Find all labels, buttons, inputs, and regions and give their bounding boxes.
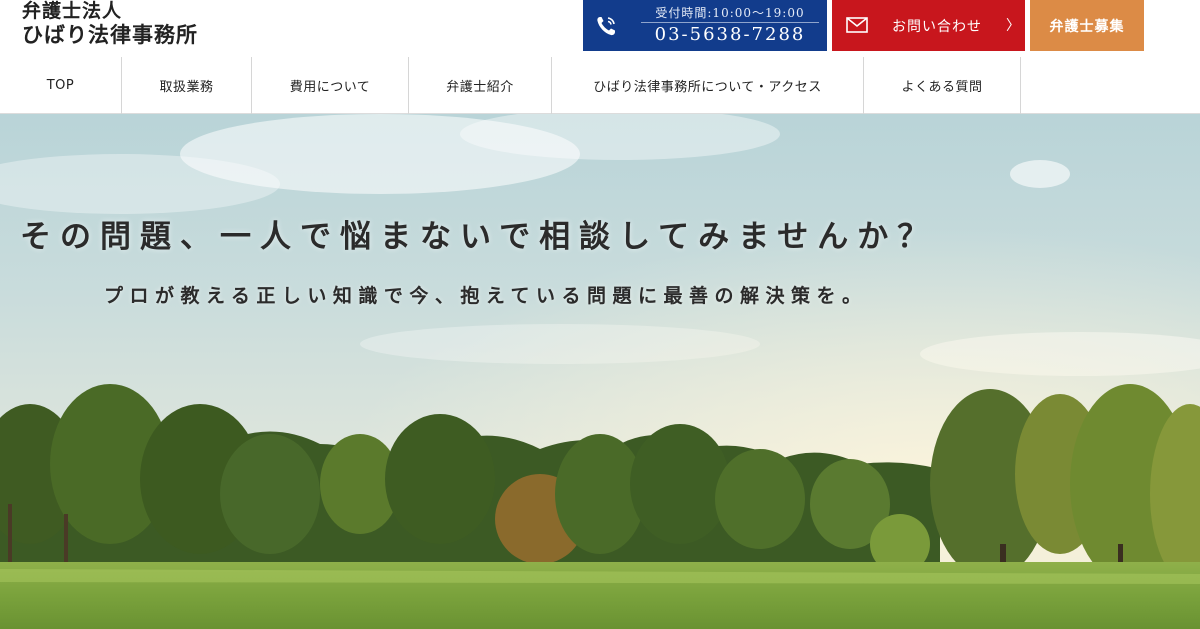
- tel-hours: 受付時間:10:00〜19:00: [655, 6, 805, 20]
- nav-item-lawyers[interactable]: 弁護士紹介: [409, 57, 552, 114]
- tel-number: 03-5638-7288: [654, 24, 806, 45]
- nav-item-services[interactable]: 取扱業務: [122, 57, 252, 114]
- nav-item-label: 取扱業務: [159, 80, 214, 95]
- contact-button[interactable]: お問い合わせ 〉: [832, 0, 1025, 51]
- global-nav: TOP 取扱業務 費用について 弁護士紹介 ひばり法律事務所について・アクセス …: [0, 57, 1200, 114]
- nav-item-label: 弁護士紹介: [446, 80, 514, 95]
- nav-item-about-access[interactable]: ひばり法律事務所について・アクセス: [552, 57, 864, 114]
- nav-item-top[interactable]: TOP: [0, 57, 122, 114]
- logo-line-2: ひばり法律事務所: [22, 23, 198, 47]
- contact-label: お問い合わせ: [892, 19, 982, 35]
- mail-icon: [846, 17, 868, 33]
- chevron-right-icon: 〉: [1006, 18, 1020, 34]
- nav-item-label: 費用について: [289, 80, 371, 95]
- site-logo[interactable]: 弁護士法人 ひばり法律事務所: [22, 0, 198, 48]
- hero-section: その問題、一人で悩まないで相談してみませんか？ プロが教える正しい知識で今、抱え…: [0, 114, 1200, 629]
- phone-icon: [597, 17, 615, 36]
- hero-subtitle: プロが教える正しい知識で今、抱えている問題に最善の解決策を。: [104, 285, 868, 307]
- site-header: 弁護士法人 ひばり法律事務所 受付時間:10:00〜19:00 03-5638-…: [0, 0, 1200, 57]
- tel-divider: [641, 22, 819, 23]
- recruit-button[interactable]: 弁護士募集: [1030, 0, 1144, 51]
- recruit-label: 弁護士募集: [1049, 19, 1125, 35]
- logo-line-1: 弁護士法人: [22, 0, 123, 22]
- nav-item-label: TOP: [46, 78, 75, 93]
- nav-item-fees[interactable]: 費用について: [252, 57, 409, 114]
- nav-item-faq[interactable]: よくある質問: [864, 57, 1021, 114]
- nav-item-label: よくある質問: [901, 80, 983, 95]
- tel-button[interactable]: 受付時間:10:00〜19:00 03-5638-7288: [583, 0, 827, 51]
- hero-title: その問題、一人で悩まないで相談してみませんか？: [20, 219, 938, 255]
- nav-item-label: ひばり法律事務所について・アクセス: [593, 80, 822, 95]
- hero-background-image: [0, 114, 1200, 629]
